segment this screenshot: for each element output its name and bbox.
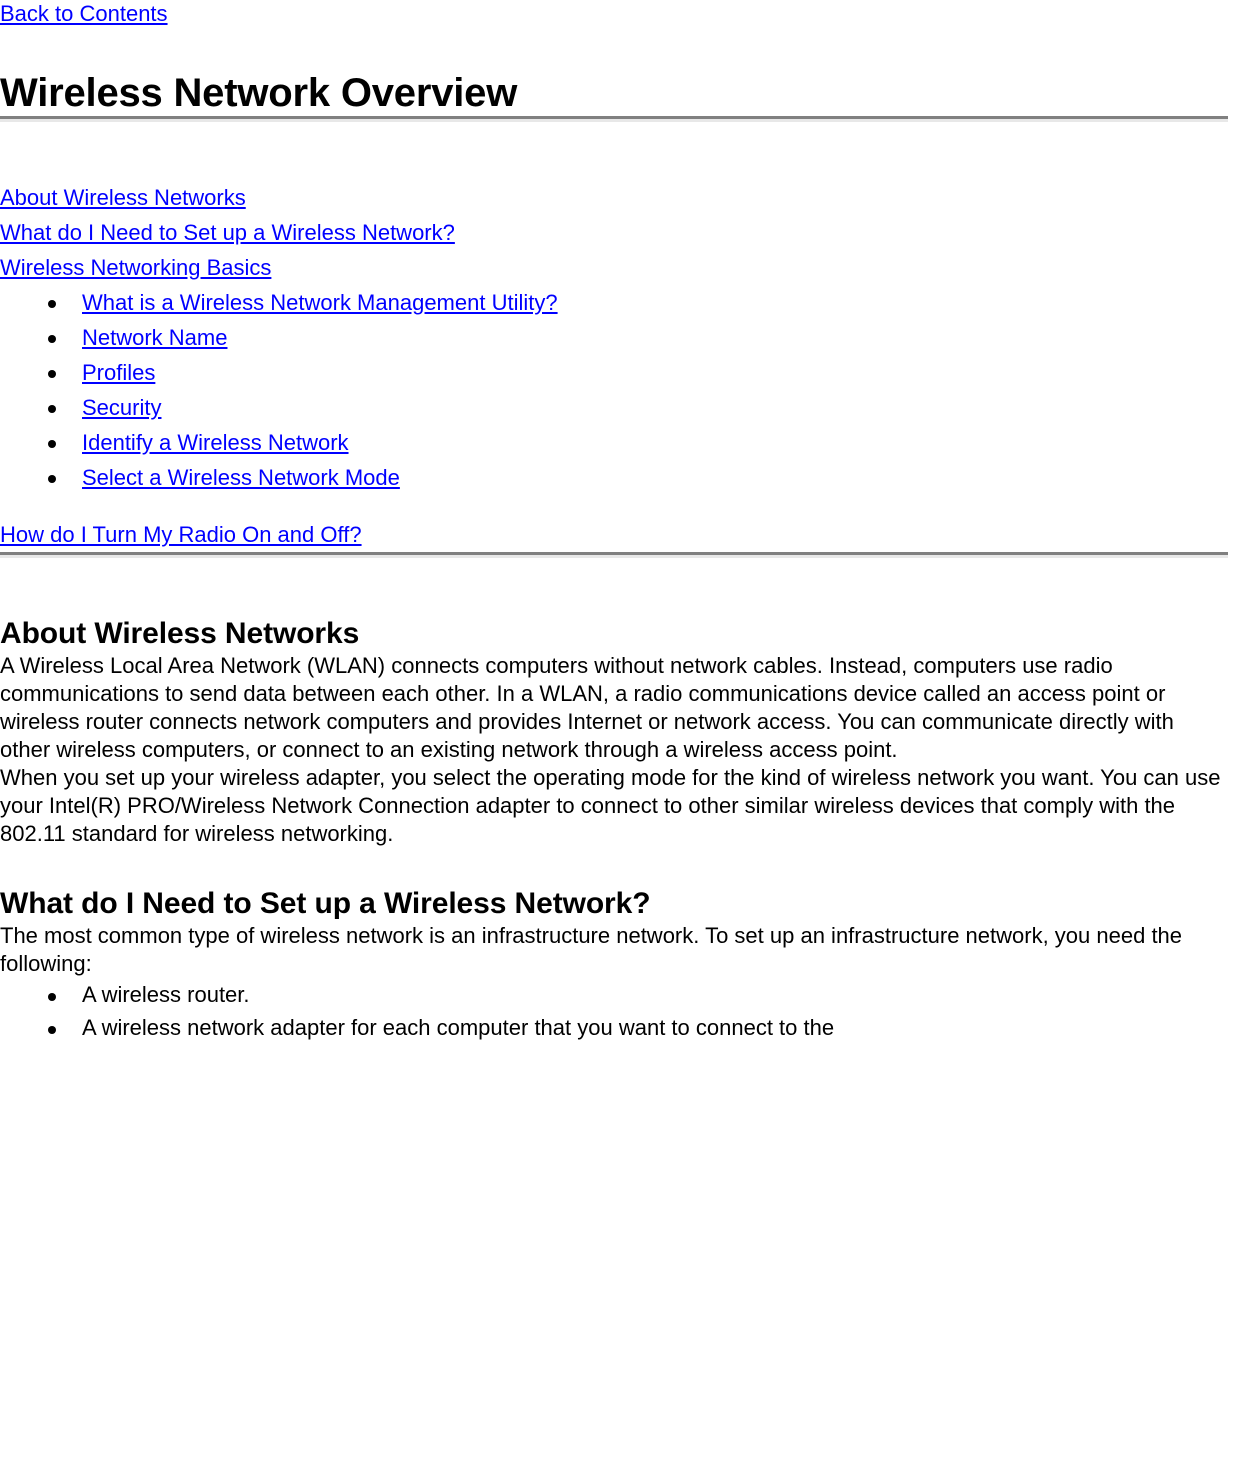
paragraph: The most common type of wireless network… [0,923,1183,976]
list-item: Security [0,390,1229,425]
section-heading-setup: What do I Need to Set up a Wireless Netw… [0,887,651,920]
toc-link-select-network-mode[interactable]: Select a Wireless Network Mode [82,465,400,490]
divider-middle [0,552,1228,558]
section-heading-about: About Wireless Networks [0,617,360,650]
toc-row: About Wireless Networks [0,180,1229,215]
list-item: Select a Wireless Network Mode [0,460,1229,495]
toc-link-identify-wireless-network[interactable]: Identify a Wireless Network [82,430,349,455]
page-title: Wireless Network Overview [0,71,518,115]
divider-top [0,116,1228,122]
toc-link-what-do-i-need[interactable]: What do I Need to Set up a Wireless Netw… [0,220,455,245]
toc-link-management-utility[interactable]: What is a Wireless Network Management Ut… [82,290,558,315]
document-page: Back to Contents Wireless Network Overvi… [0,0,1233,1044]
list-item: A wireless router. [0,978,1229,1011]
toc-row: Wireless Networking Basics [0,250,1229,285]
toc-row: How do I Turn My Radio On and Off? [0,517,1229,552]
toc-sub-list: What is a Wireless Network Management Ut… [0,285,1229,495]
toc-link-security[interactable]: Security [82,395,161,420]
toc-link-turn-radio-on-off[interactable]: How do I Turn My Radio On and Off? [0,522,362,547]
list-item: What is a Wireless Network Management Ut… [0,285,1229,320]
list-item: Network Name [0,320,1229,355]
back-to-contents-link[interactable]: Back to Contents [0,1,168,27]
table-of-contents: About Wireless Networks What do I Need t… [0,180,1229,552]
toc-link-profiles[interactable]: Profiles [82,360,155,385]
list-item: A wireless network adapter for each comp… [0,1011,1229,1044]
paragraph: When you set up your wireless adapter, y… [0,765,1221,846]
section-about-wireless-networks: About Wireless Networks A Wireless Local… [0,616,1229,848]
list-item: Profiles [0,355,1229,390]
toc-link-wireless-networking-basics[interactable]: Wireless Networking Basics [0,255,271,280]
section-setup-wireless-network: What do I Need to Set up a Wireless Netw… [0,886,1229,1044]
toc-row: What do I Need to Set up a Wireless Netw… [0,215,1229,250]
requirements-list: A wireless router. A wireless network ad… [0,978,1229,1044]
toc-link-network-name[interactable]: Network Name [82,325,227,350]
paragraph: A Wireless Local Area Network (WLAN) con… [0,653,1174,762]
list-item: Identify a Wireless Network [0,425,1229,460]
toc-link-about-wireless-networks[interactable]: About Wireless Networks [0,185,246,210]
